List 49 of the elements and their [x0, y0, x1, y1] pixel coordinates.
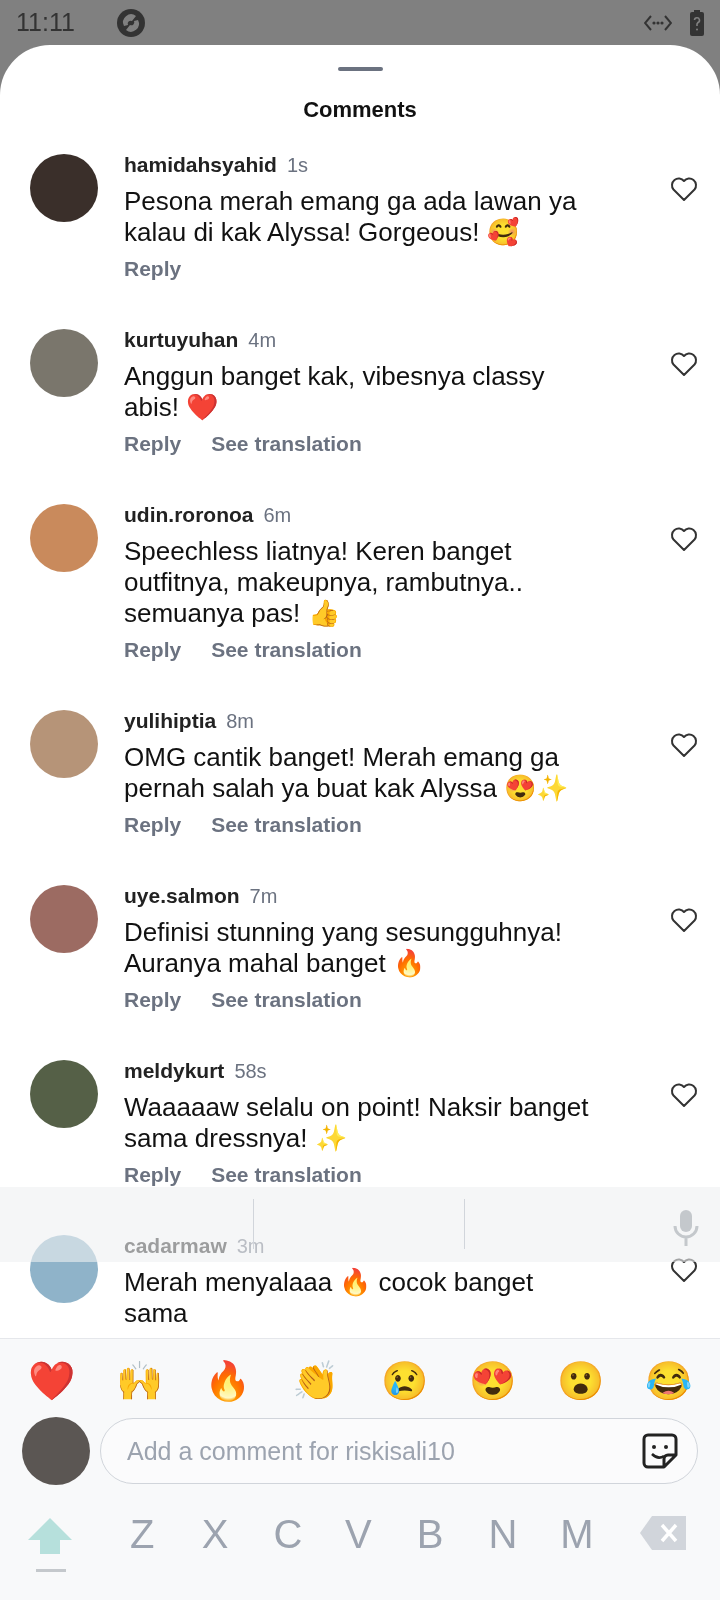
comment-text: OMG cantik banget! Merah emang ga pernah salah ya buat kak Alyssa 😍✨ — [124, 742, 570, 804]
comment-text: Definisi stunning yang sesungguhnya! Auranya mahal banget 🔥 — [124, 917, 563, 979]
comment-text: Pesona merah emang ga ada lawan ya kalau di kak Alyssa! Gorgeous! 🥰 — [124, 186, 578, 248]
comment-text: Waaaaaw selalu on point! Naksir banget sama dressnya! ✨ — [124, 1092, 590, 1154]
reply-link[interactable]: Reply — [124, 253, 182, 285]
reply-link[interactable]: Reply — [124, 428, 182, 460]
heart-icon[interactable] — [670, 526, 698, 552]
comment-time: 8m — [226, 709, 254, 734]
reply-link[interactable]: Reply — [124, 1159, 182, 1191]
heart-icon[interactable] — [670, 176, 698, 202]
shift-indicator — [36, 1569, 66, 1572]
comment-text: Speechless liatnya! Keren banget outfitnya, makeupnya, rambutnya.. semuanya pas! 👍 — [124, 536, 524, 629]
comment-time: 1s — [286, 153, 308, 178]
comment-time: 58s — [234, 1059, 267, 1084]
comment-text: Merah menyalaaa 🔥 cocok banget sama — [124, 1267, 535, 1329]
sticker-icon[interactable] — [640, 1431, 680, 1471]
see-translation-link[interactable]: See translation — [211, 428, 362, 460]
reply-link[interactable]: Reply — [124, 984, 182, 1016]
see-translation-link[interactable]: See translation — [211, 634, 362, 666]
comment-username[interactable]: yulihiptia — [124, 705, 217, 737]
app-logo-icon — [116, 7, 146, 38]
reaction-emoji[interactable]: 🔥 — [204, 1359, 252, 1403]
battery-icon — [690, 9, 704, 36]
status-time: 11:11 — [16, 6, 76, 38]
drag-handle[interactable] — [337, 67, 383, 71]
sheet-title: Comments — [303, 96, 417, 124]
comment-username[interactable]: cadarmaw — [124, 1230, 227, 1262]
see-translation-link[interactable]: See translation — [211, 1159, 362, 1191]
comment-time: 7m — [249, 884, 278, 909]
reaction-emoji[interactable]: ❤ — [28, 1359, 75, 1403]
comment-username[interactable]: meldykurt — [124, 1055, 225, 1087]
heart-icon[interactable] — [670, 1082, 698, 1108]
see-translation-link[interactable]: See translation — [211, 809, 362, 841]
heart-icon[interactable] — [670, 907, 698, 933]
comment-time: 4m — [248, 328, 277, 353]
comment-input[interactable]: Add a comment for riskisali10 — [100, 1418, 698, 1484]
see-translation-link[interactable]: See translation — [211, 984, 362, 1016]
comment-username[interactable]: kurtuyuhan — [124, 324, 239, 356]
comment-username[interactable]: uye.salmon — [124, 880, 240, 912]
comment-username[interactable]: udin.roronoa — [124, 499, 254, 531]
comment-text: Anggun banget kak, vibesnya classy abis! ❤ — [124, 361, 546, 423]
reply-link[interactable]: Reply — [124, 634, 182, 666]
reply-link[interactable]: Reply — [124, 809, 182, 841]
heart-icon[interactable] — [670, 732, 698, 758]
heart-icon[interactable] — [670, 1257, 698, 1283]
heart-icon[interactable] — [670, 351, 698, 377]
comment-time: 6m — [263, 503, 292, 528]
comment-username[interactable]: hamidahsyahid — [124, 149, 277, 181]
comment-time: 3m — [236, 1234, 265, 1259]
